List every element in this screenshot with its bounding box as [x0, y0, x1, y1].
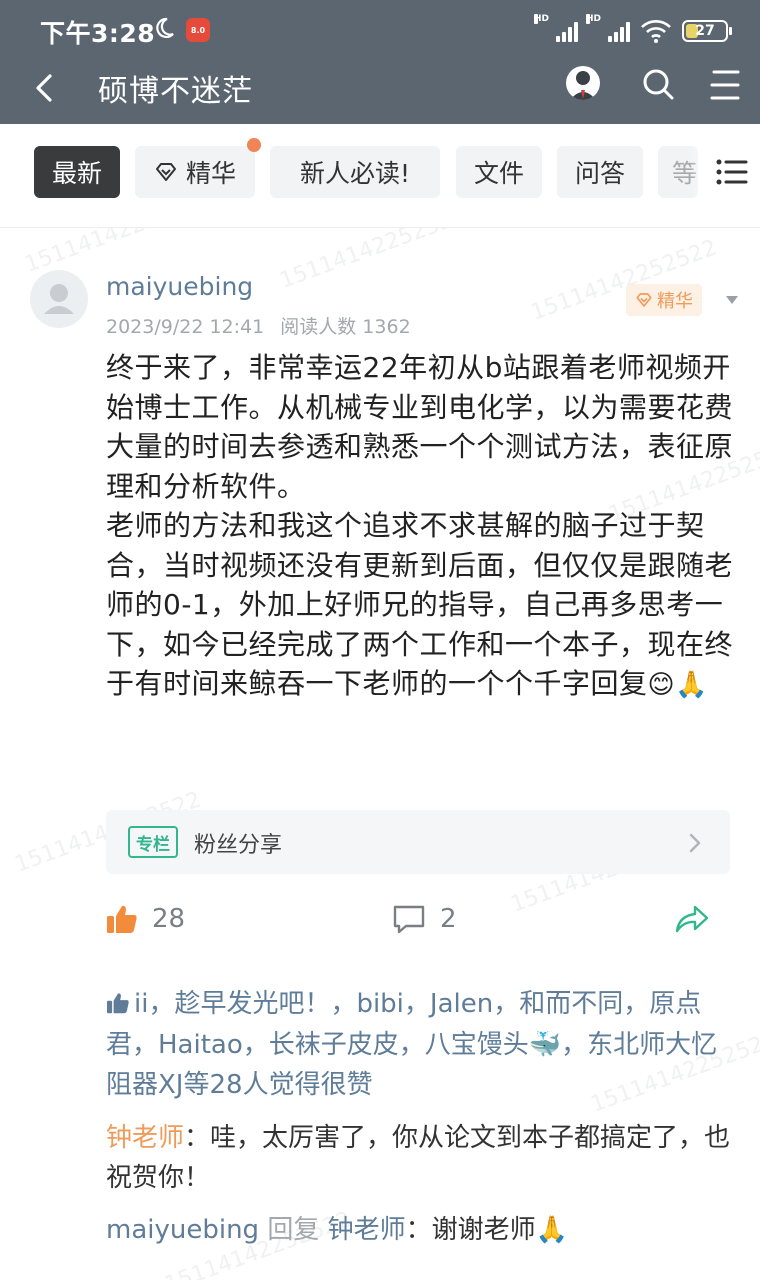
- tab-fade: [690, 144, 716, 200]
- tab-bar: 最新 精华 新人必读! 文件 问答 等: [0, 124, 760, 228]
- comment-count: 2: [440, 904, 457, 934]
- tab-newcomer-must-read[interactable]: 新人必读!: [270, 146, 440, 198]
- page-title: 硕博不迷茫: [98, 74, 253, 109]
- tab-qa[interactable]: 问答: [557, 146, 643, 198]
- essence-badge: 精华: [626, 284, 702, 316]
- reply-target[interactable]: 钟老师: [328, 1215, 406, 1245]
- status-time: 下午3:28: [40, 19, 156, 48]
- post-meta: 2023/9/22 12:41 阅读人数 1362: [106, 312, 411, 339]
- wifi-icon: [641, 20, 671, 43]
- nav-bar: 硕博不迷茫: [0, 60, 760, 124]
- author-name[interactable]: maiyuebing: [106, 272, 253, 301]
- pray-emoji: 🙏: [535, 1215, 569, 1245]
- diamond-icon: [155, 163, 176, 181]
- column-title: 粉丝分享: [194, 833, 283, 858]
- post-paragraph: 终于来了，非常幸运22年初从b站跟着老师视频开始博士工作。从机械专业到电化学，以…: [106, 351, 734, 503]
- moon-icon: [156, 17, 174, 39]
- tab-latest[interactable]: 最新: [34, 146, 120, 198]
- chevron-down-icon[interactable]: [724, 294, 740, 306]
- comment-text: 谢谢老师: [431, 1215, 536, 1245]
- user-avatar[interactable]: [566, 66, 600, 100]
- status-icons: HD HD 27: [534, 14, 732, 46]
- back-icon[interactable]: [30, 68, 60, 108]
- comment-icon: [393, 905, 425, 934]
- whale-emoji: 🐳: [528, 1029, 562, 1060]
- tab-essence[interactable]: 精华: [135, 138, 261, 198]
- battery-icon: 27: [682, 20, 732, 42]
- post-paragraph: 老师的方法和我这个追求不求甚解的脑子过于契合，当时视频还没有更新到后面，但仅仅是…: [106, 506, 736, 706]
- signal-icon: HD: [534, 14, 578, 42]
- menu-icon[interactable]: [708, 68, 742, 102]
- share-icon[interactable]: [674, 904, 710, 934]
- search-icon[interactable]: [640, 66, 676, 102]
- status-bar: 下午3:28 8.0 HD HD 27: [0, 0, 760, 60]
- comment[interactable]: maiyuebing 回复 钟老师：谢谢老师🙏: [106, 1210, 736, 1250]
- author-avatar[interactable]: [30, 270, 88, 328]
- post-date: 2023/9/22 12:41: [106, 316, 265, 338]
- list-icon[interactable]: [716, 158, 748, 186]
- like-count: 28: [152, 904, 186, 934]
- likers-list[interactable]: ii，趁早发光吧！，bibi，Jalen，和而不同，原点君，Haitao，长袜子…: [106, 984, 736, 1106]
- comment[interactable]: 钟老师：哇，太厉害了，你从论文到本子都搞定了，也祝贺你！: [106, 1118, 736, 1198]
- chevron-right-icon: [689, 833, 701, 853]
- tab-files[interactable]: 文件: [456, 146, 542, 198]
- app-badge-icon: 8.0: [186, 18, 210, 42]
- header: 下午3:28 8.0 HD HD 27 硕博不迷茫: [0, 0, 760, 124]
- thumbs-up-icon: [107, 993, 129, 1014]
- read-count: 阅读人数 1362: [280, 316, 411, 338]
- diamond-icon: [636, 293, 652, 307]
- comment-author[interactable]: maiyuebing: [106, 1215, 259, 1245]
- signal-icon: HD: [586, 14, 630, 42]
- like-button[interactable]: 28: [106, 904, 185, 934]
- column-card[interactable]: 专栏 粉丝分享: [106, 810, 730, 874]
- column-tag: 专栏: [128, 826, 178, 858]
- default-avatar-icon: [44, 284, 74, 314]
- post-body: 终于来了，非常幸运22年初从b站跟着老师视频开始博士工作。从机械专业到电化学，以…: [106, 348, 736, 706]
- action-bar: 28 2: [0, 904, 760, 944]
- comment-button[interactable]: 2: [392, 904, 457, 934]
- person-icon: [570, 71, 596, 100]
- comment-author[interactable]: 钟老师: [106, 1123, 184, 1153]
- notification-dot: [247, 138, 261, 152]
- smile-pray-emoji: 😊🙏: [647, 670, 708, 700]
- thumbs-up-icon: [107, 905, 137, 933]
